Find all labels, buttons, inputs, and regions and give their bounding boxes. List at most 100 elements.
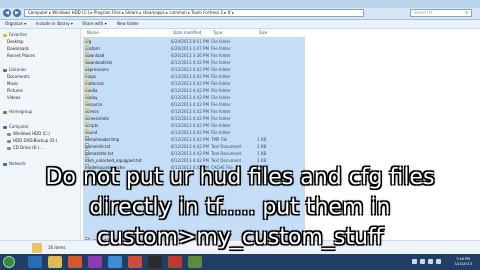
file-date: 6/12/2013 4:42 PM [171,158,209,163]
file-row[interactable]: demoheader.tmp 6/12/2013 4:42 PM TMP File 1… [85,136,303,143]
folder-icon [85,66,89,69]
file-name: media [85,87,98,93]
tray-volume-icon[interactable] [428,259,433,264]
sidebar-item-pictures[interactable]: Pictures [7,88,23,94]
file-row[interactable]: cfg 6/24/2013 8:51 PM File folder [85,38,303,45]
sidebar-item-documents[interactable]: Documents [7,74,30,80]
computer-group[interactable]: Computer [3,124,29,130]
caption-line-3: custom>my_custom_stuff [96,225,384,250]
file-row[interactable]: replay 6/12/2013 4:42 PM File folder [85,94,303,101]
ie-icon[interactable] [28,256,42,268]
game-icon[interactable] [188,256,202,268]
file-type: File folder [211,74,231,79]
file-row[interactable]: download 6/26/2013 3:36 PM File folder [85,52,303,59]
file-size: 1 KB [257,137,267,142]
file-type: File folder [211,109,231,114]
clock-date: 7/24/2013 [454,262,472,266]
file-row[interactable]: custom 6/26/2013 2:47 PM File folder [85,45,303,52]
libraries-group[interactable]: Libraries [3,67,26,73]
file-row[interactable]: media 6/12/2013 4:42 PM File folder [85,87,303,94]
file-name: scenes [85,108,99,114]
file-row[interactable]: maps 6/12/2013 4:42 PM File folder [85,73,303,80]
file-date: 6/12/2013 4:42 PM [171,137,209,142]
search-input[interactable]: Search tf ⚲ [410,9,472,17]
file-date: 6/12/2013 4:42 PM [171,88,209,93]
folder-icon [85,80,89,83]
folder-icon [85,101,89,104]
include-library-menu[interactable]: Include in library ▾ [34,21,75,27]
column-header-type[interactable]: Type [213,29,222,36]
favorites-group[interactable]: Favorites [3,32,27,38]
window-title-bar[interactable] [0,0,480,8]
file-row[interactable]: downloadlists 6/12/2013 4:42 PM File folde… [85,59,303,66]
folder-icon [85,73,89,76]
file-icon [85,143,89,146]
file-row[interactable]: scenes 6/12/2013 4:42 PM File folder [85,108,303,115]
file-type: File folder [211,130,231,135]
address-bar-area: ◀ ▶ Computer ▸ Windows HDD (C:) ▸ Progra… [0,8,480,20]
file-name: downloadlists [85,59,113,65]
file-row[interactable]: screenshots 6/12/2013 4:42 PM File folder [85,115,303,122]
recorder-icon[interactable] [168,256,182,268]
back-button[interactable]: ◀ [3,9,11,17]
file-name: gameinfo.txt [85,143,111,149]
folder-icon [85,122,89,125]
sidebar-item-downloads[interactable]: Downloads [7,46,29,52]
folder-icon [85,52,89,55]
search-icon[interactable]: ⚲ [465,10,468,16]
caption-line-2: directly in tf..... put them in [89,195,391,220]
app-icon[interactable] [88,256,102,268]
file-type: File folder [211,88,231,93]
tray-network-icon[interactable] [420,259,425,264]
column-header-size[interactable]: Size [259,29,267,36]
file-size: 2 KB [257,144,267,149]
sidebar-item-drive-c[interactable]: Windows HDD (C:) [7,131,50,137]
new-folder-button[interactable]: New folder [115,21,141,27]
forward-button[interactable]: ▶ [13,9,21,17]
homegroup-group[interactable]: Homegroup [3,109,32,115]
skype-icon[interactable] [108,256,122,268]
sidebar-item-recent-places[interactable]: Recent Places [7,53,35,59]
media-player-icon[interactable] [68,256,82,268]
organize-menu[interactable]: Organize ▾ [3,21,28,27]
chrome-icon[interactable] [128,256,142,268]
tray-flag-icon[interactable] [412,259,417,264]
drive-icon [7,132,11,136]
homegroup-icon [3,110,7,114]
file-type: File folder [211,116,231,121]
file-row[interactable]: materials 6/12/2013 4:42 PM File folder [85,80,303,87]
explorer-icon[interactable] [48,256,62,268]
file-row[interactable]: gamestate.txt 6/12/2013 4:42 PM Text Docum… [85,150,303,157]
file-icon [85,136,89,139]
sidebar-item-videos[interactable]: Videos [7,95,20,101]
address-path[interactable]: Computer ▸ Windows HDD (C:) ▸ Program Fi… [24,9,364,17]
share-with-menu[interactable]: Share with ▾ [80,21,109,27]
file-type: File folder [211,46,231,51]
file-name: replay [85,94,98,100]
file-row[interactable]: resource 6/12/2013 4:42 PM File folder [85,101,303,108]
clock[interactable]: 7:46 PM 7/24/2013 [448,257,478,267]
sidebar-item-drive-d[interactable]: HDD DVD/Backup (D:) [7,138,57,144]
file-row[interactable]: sound 6/12/2013 4:42 PM File folder [85,129,303,136]
file-row[interactable]: item_unlocked_equipped.txt 6/12/2013 4:42… [85,157,303,164]
start-button[interactable] [3,256,15,268]
file-date: 6/12/2013 4:42 PM [171,123,209,128]
column-header-date[interactable]: Date modified [173,29,201,36]
tray-power-icon[interactable] [436,259,441,264]
file-row[interactable]: gameinfo.txt 6/12/2013 4:42 PM Text Docume… [85,143,303,150]
file-type: File folder [211,102,231,107]
file-type: File folder [211,67,231,72]
file-type: File folder [211,39,231,44]
file-date: 6/12/2013 4:42 PM [171,60,209,65]
column-header-name[interactable]: Name [87,29,99,36]
file-date: 6/12/2013 4:42 PM [171,151,209,156]
steam-icon[interactable] [148,256,162,268]
file-type: TMP File [211,137,228,142]
sidebar-item-desktop[interactable]: Desktop [7,39,24,45]
file-row[interactable]: scripts 6/12/2013 4:42 PM File folder [85,122,303,129]
sidebar-item-music[interactable]: Music [7,81,18,87]
file-name: custom [85,45,100,51]
file-name: download [85,52,105,58]
file-row[interactable]: expressions 6/12/2013 4:42 PM File folder [85,66,303,73]
sidebar-item-drive-e[interactable]: CD Drive (E:) ... [7,145,44,151]
